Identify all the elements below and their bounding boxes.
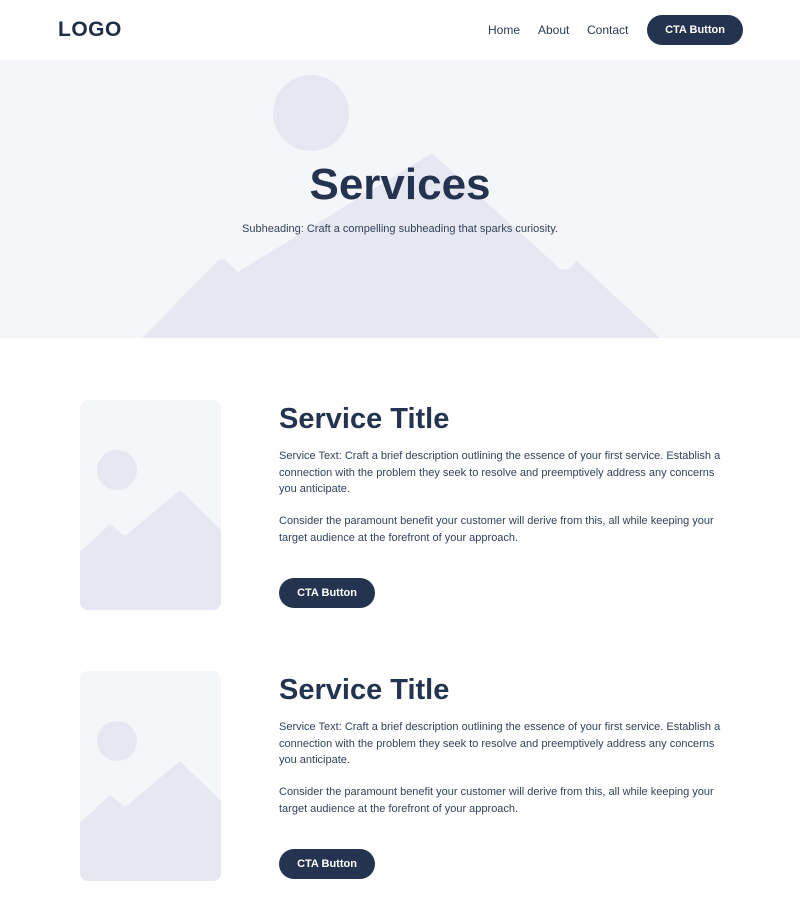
service-item: Service Title Service Text: Craft a brie… [0,400,800,610]
nav-contact-link[interactable]: Contact [587,23,628,37]
service-title: Service Title [279,674,450,706]
nav-about-link[interactable]: About [538,23,569,37]
hero-section: Services Subheading: Craft a compelling … [0,60,800,338]
service-benefit-text: Consider the paramount benefit your cust… [279,786,714,815]
image-placeholder-icon [80,721,221,881]
service-description: Service Text: Craft a brief description … [279,450,721,495]
service-cta-button[interactable]: CTA Button [279,578,375,608]
image-placeholder-icon [80,450,221,610]
site-header: LOGO Home About Contact CTA Button [0,0,800,60]
hero-subheading: Subheading: Craft a compelling subheadin… [242,223,558,235]
service-cta-button[interactable]: CTA Button [279,849,375,879]
service-item: Service Title Service Text: Craft a brie… [0,671,800,881]
nav-home-link[interactable]: Home [488,23,520,37]
service-thumbnail [80,671,221,881]
service-thumbnail [80,400,221,610]
logo[interactable]: LOGO [58,18,122,42]
service-title: Service Title [279,403,450,435]
service-benefit-text: Consider the paramount benefit your cust… [279,515,714,544]
header-cta-button[interactable]: CTA Button [647,15,743,45]
service-description: Service Text: Craft a brief description … [279,721,721,766]
page-title: Services [309,160,491,209]
